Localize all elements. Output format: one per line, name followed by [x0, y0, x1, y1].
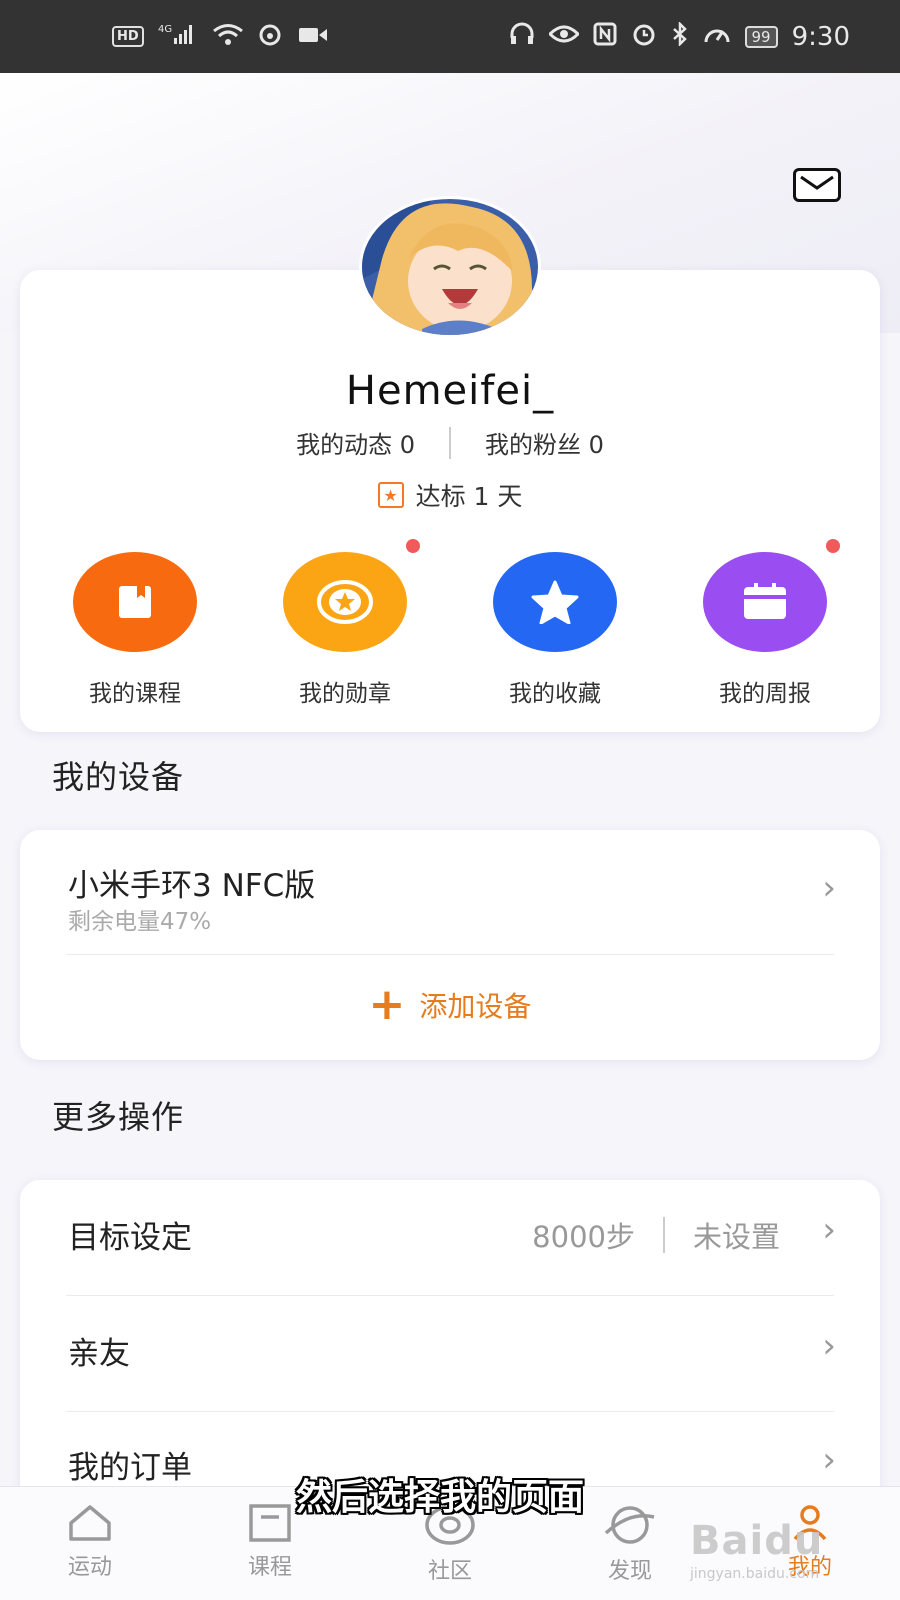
quick-action-label: 我的课程 [89, 681, 181, 707]
alarm-icon [631, 22, 657, 52]
username: Hemeifei_ [345, 368, 555, 414]
video-icon [298, 23, 328, 51]
profile-card: Hemeifei_ 我的动态 0 我的粉丝 0 ★ 达标 1 天 我的课程 我的… [20, 270, 880, 732]
quick-actions: 我的课程 我的勋章 我的收藏 我的周报 [20, 539, 880, 708]
menu-label: 我的订单 [68, 1450, 192, 1486]
divider [66, 954, 834, 955]
profile-stats: 我的动态 0 我的粉丝 0 [20, 425, 880, 460]
medal-icon [283, 552, 407, 652]
more-section-title: 更多操作 [52, 1098, 185, 1136]
goal-streak-label: 达标 1 天 [415, 482, 523, 511]
discover-icon [604, 1506, 655, 1544]
chevron-right-icon: › [822, 868, 836, 908]
quick-action-courses[interactable]: 我的课程 [60, 552, 210, 708]
quick-action-weekly-report[interactable]: 我的周报 [690, 539, 840, 708]
device-battery: 剩余电量47% [68, 909, 212, 935]
goal-badge-icon: ★ [377, 482, 404, 508]
stats-divider [449, 426, 451, 459]
menu-row-goal-setting[interactable]: 目标设定 8000步 未设置 › [20, 1180, 880, 1296]
headset-icon [509, 22, 535, 52]
status-left: HD 4G [112, 22, 328, 52]
nfc-icon [593, 22, 617, 52]
notification-dot [826, 539, 840, 553]
devices-section-title: 我的设备 [52, 758, 185, 796]
watermark-logo: Baidu [690, 1518, 824, 1564]
moments-count[interactable]: 我的动态 0 [296, 425, 415, 460]
home-icon [69, 1505, 111, 1541]
status-right: 99 9:30 [509, 20, 850, 52]
tab-label: 发现 [607, 1559, 652, 1584]
device-name: 小米手环3 NFC版 [68, 868, 316, 904]
watermark-url: jingyan.baidu.com [690, 1566, 820, 1582]
4g-signal-icon: 4G [158, 22, 198, 52]
report-icon [703, 552, 827, 652]
speed-icon [703, 22, 731, 52]
more-actions-card: 目标设定 8000步 未设置 › 亲友 › 我的订单 › [20, 1180, 880, 1510]
goal-streak[interactable]: ★ 达标 1 天 [20, 477, 880, 513]
course-tab-icon [249, 1504, 291, 1542]
quick-action-label: 我的周报 [719, 681, 811, 707]
menu-row-friends[interactable]: 亲友 › [20, 1296, 880, 1412]
quick-action-label: 我的收藏 [509, 681, 601, 707]
devices-card: 小米手环3 NFC版 剩余电量47% › + 添加设备 [20, 830, 880, 1060]
star-icon [493, 552, 617, 652]
tab-label: 社区 [427, 1559, 472, 1584]
battery-indicator: 99 [744, 25, 778, 48]
menu-label: 亲友 [68, 1336, 130, 1372]
add-device-label: 添加设备 [419, 990, 532, 1023]
clock: 9:30 [791, 21, 850, 52]
course-icon [73, 552, 197, 652]
weibo-icon [258, 22, 284, 52]
plus-icon: + [368, 979, 406, 1030]
goal-setting-values: 8000步 未设置 [532, 1214, 780, 1256]
tab-sport[interactable]: 运动 [10, 1487, 170, 1600]
eye-icon [547, 23, 580, 51]
goal-steps: 8000步 [532, 1220, 635, 1254]
quick-action-medals[interactable]: 我的勋章 [270, 539, 420, 708]
status-bar: HD 4G 99 9:30 [0, 0, 900, 73]
fans-count[interactable]: 我的粉丝 0 [485, 425, 604, 460]
chevron-right-icon: › [822, 1440, 836, 1480]
svg-text:4G: 4G [158, 24, 172, 35]
hd-icon: HD [112, 26, 144, 47]
mail-icon[interactable] [793, 168, 841, 202]
add-device-button[interactable]: + 添加设备 [20, 979, 880, 1030]
notification-dot [406, 539, 420, 553]
avatar[interactable] [359, 196, 541, 338]
video-subtitle: 然后选择我的页面 [296, 1477, 585, 1518]
wifi-icon [212, 22, 244, 52]
tab-label: 课程 [247, 1555, 292, 1580]
chevron-right-icon: › [822, 1210, 836, 1250]
menu-label: 目标设定 [68, 1220, 192, 1256]
tab-label: 运动 [67, 1555, 112, 1580]
bluetooth-icon [671, 20, 689, 52]
quick-action-favorites[interactable]: 我的收藏 [480, 552, 630, 708]
quick-action-label: 我的勋章 [299, 681, 391, 707]
goal-status: 未设置 [692, 1220, 780, 1254]
value-divider [662, 1217, 665, 1253]
chevron-right-icon: › [822, 1326, 836, 1366]
